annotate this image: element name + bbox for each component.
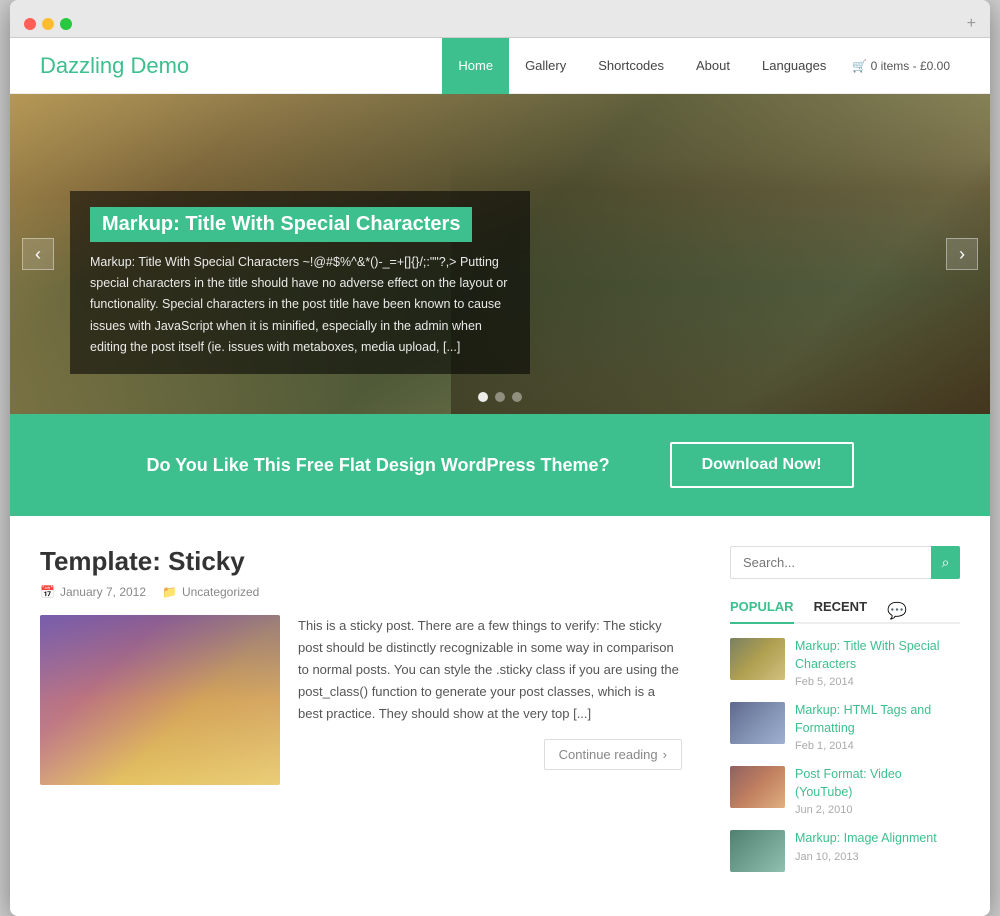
hero-excerpt: Markup: Title With Special Characters ~!… (90, 252, 510, 358)
post-body: This is a sticky post. There are a few t… (40, 615, 700, 785)
sidebar-post-title-4[interactable]: Markup: Image Alignment (795, 830, 937, 848)
expand-icon[interactable]: + (967, 15, 976, 33)
sidebar-post-4: Markup: Image Alignment Jan 10, 2013 (730, 830, 960, 872)
sidebar-thumb-1 (730, 638, 785, 680)
sidebar-thumb-2 (730, 702, 785, 744)
post-meta: 📅 January 7, 2012 📁 Uncategorized (40, 585, 700, 599)
slider-dot-2[interactable] (495, 392, 505, 402)
slider-prev-button[interactable]: ‹ (22, 238, 54, 270)
calendar-icon: 📅 (40, 585, 55, 599)
sidebar-post-date-4: Jan 10, 2013 (795, 851, 937, 863)
post-excerpt: This is a sticky post. There are a few t… (298, 615, 682, 725)
minimize-button[interactable] (42, 18, 54, 30)
search-box: ⌕ (730, 546, 960, 579)
hero-slider: ‹ › Markup: Title With Special Character… (10, 94, 990, 414)
sidebar-post-info-4: Markup: Image Alignment Jan 10, 2013 (795, 830, 937, 863)
post-thumbnail (40, 615, 280, 785)
sidebar-post-1: Markup: Title With Special Characters Fe… (730, 638, 960, 688)
search-input[interactable] (730, 546, 931, 579)
tab-popular[interactable]: POPULAR (730, 599, 794, 624)
nav-item-shortcodes[interactable]: Shortcodes (582, 38, 680, 94)
nav-item-home[interactable]: Home (442, 38, 509, 94)
sidebar: ⌕ POPULAR RECENT 💬 Markup: Title With Sp… (730, 546, 960, 886)
sidebar-post-date-1: Feb 5, 2014 (795, 676, 960, 688)
posts-column: Template: Sticky 📅 January 7, 2012 📁 Unc… (40, 546, 700, 886)
post-title: Template: Sticky (40, 546, 700, 577)
continue-reading-button[interactable]: Continue reading › (544, 739, 682, 770)
tab-recent[interactable]: RECENT (814, 599, 867, 624)
comments-icon[interactable]: 💬 (887, 601, 907, 621)
search-icon: ⌕ (942, 554, 950, 571)
post-date: 📅 January 7, 2012 (40, 585, 146, 599)
browser-chrome: + (10, 0, 990, 38)
close-button[interactable] (24, 18, 36, 30)
main-nav: Home Gallery Shortcodes About Languages … (442, 38, 960, 94)
sidebar-thumb-4 (730, 830, 785, 872)
folder-icon: 📁 (162, 585, 177, 599)
search-button[interactable]: ⌕ (931, 546, 960, 579)
main-content: Template: Sticky 📅 January 7, 2012 📁 Unc… (10, 516, 990, 916)
slider-dot-3[interactable] (512, 392, 522, 402)
browser-window: + Dazzling Demo Home Gallery Shortcodes … (10, 0, 990, 916)
hero-title: Markup: Title With Special Characters (90, 207, 472, 242)
sidebar-post-info-3: Post Format: Video (YouTube) Jun 2, 2010 (795, 766, 960, 816)
post-category-text: Uncategorized (182, 585, 259, 599)
sidebar-thumb-3 (730, 766, 785, 808)
traffic-lights (24, 18, 72, 30)
site-logo[interactable]: Dazzling Demo (40, 53, 442, 79)
sidebar-post-2: Markup: HTML Tags and Formatting Feb 1, … (730, 702, 960, 752)
post-category: 📁 Uncategorized (162, 585, 259, 599)
sidebar-post-date-2: Feb 1, 2014 (795, 740, 960, 752)
sidebar-post-title-3[interactable]: Post Format: Video (YouTube) (795, 766, 960, 801)
sidebar-post-title-1[interactable]: Markup: Title With Special Characters (795, 638, 960, 673)
cta-text: Do You Like This Free Flat Design WordPr… (146, 455, 609, 476)
slider-dot-1[interactable] (478, 392, 488, 402)
nav-item-about[interactable]: About (680, 38, 746, 94)
slider-dots (478, 392, 522, 402)
fullscreen-button[interactable] (60, 18, 72, 30)
continue-arrow: › (663, 747, 667, 762)
slider-next-button[interactable]: › (946, 238, 978, 270)
sidebar-post-info-1: Markup: Title With Special Characters Fe… (795, 638, 960, 688)
sidebar-tabs: POPULAR RECENT 💬 (730, 599, 960, 624)
nav-item-languages[interactable]: Languages (746, 38, 842, 94)
hero-content: Markup: Title With Special Characters Ma… (70, 191, 530, 374)
sidebar-post-3: Post Format: Video (YouTube) Jun 2, 2010 (730, 766, 960, 816)
cart-link[interactable]: 🛒 0 items - £0.00 (842, 59, 960, 73)
nav-item-gallery[interactable]: Gallery (509, 38, 582, 94)
cta-banner: Do You Like This Free Flat Design WordPr… (10, 414, 990, 516)
site-header: Dazzling Demo Home Gallery Shortcodes Ab… (10, 38, 990, 94)
sidebar-post-title-2[interactable]: Markup: HTML Tags and Formatting (795, 702, 960, 737)
sidebar-post-info-2: Markup: HTML Tags and Formatting Feb 1, … (795, 702, 960, 752)
download-button[interactable]: Download Now! (670, 442, 854, 488)
post-date-text: January 7, 2012 (60, 585, 146, 599)
sidebar-post-date-3: Jun 2, 2010 (795, 804, 960, 816)
continue-label: Continue reading (559, 747, 658, 762)
